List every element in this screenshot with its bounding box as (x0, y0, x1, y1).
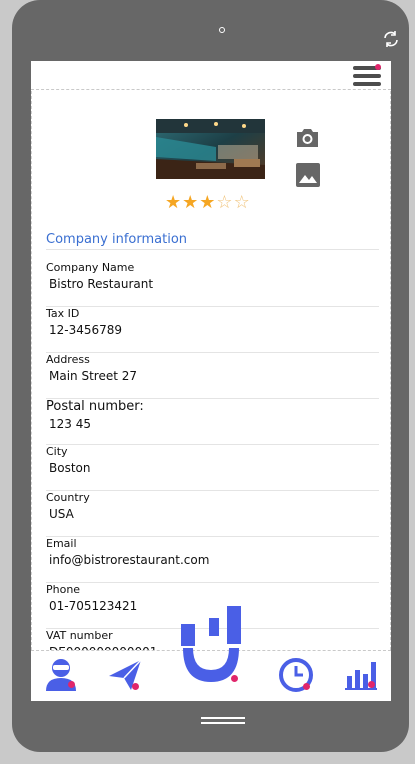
field-label: Address (46, 353, 90, 366)
company-form: ★ ★ ★ ☆ ☆ Company information Company Name Bi… (31, 91, 391, 650)
front-camera-dot (219, 27, 225, 33)
star-filled-icon[interactable]: ★ (199, 194, 215, 212)
restaurant-photo[interactable] (156, 119, 265, 179)
field-value[interactable]: 12-3456789 (46, 322, 379, 338)
field-value[interactable]: Bistro Restaurant (46, 276, 379, 292)
star-filled-icon[interactable]: ★ (182, 194, 198, 212)
image-icon[interactable] (296, 163, 320, 187)
form-field: Postal number: 123 45 (46, 399, 379, 445)
form-field: Email info@bistrorestaurant.com (46, 537, 379, 583)
field-label: Country (46, 491, 90, 504)
form-field: Address Main Street 27 (46, 353, 379, 399)
top-bar (31, 61, 391, 90)
field-value[interactable]: Boston (46, 460, 379, 476)
chart-icon[interactable] (343, 656, 379, 692)
home-lines-icon[interactable] (201, 717, 245, 731)
hamburger-menu-icon[interactable] (353, 64, 381, 87)
field-value[interactable]: 123 45 (46, 416, 379, 432)
notification-badge (375, 64, 381, 70)
camera-icon[interactable] (295, 127, 320, 149)
clock-icon[interactable] (278, 657, 314, 693)
form-field: Tax ID 12-3456789 (46, 307, 379, 353)
field-value[interactable]: info@bistrorestaurant.com (46, 552, 379, 568)
fields-list: Company Name Bistro Restaurant Tax ID 12-34… (46, 261, 379, 650)
field-label: Postal number: (46, 399, 144, 414)
form-field: Company Name Bistro Restaurant (46, 261, 379, 307)
field-label: Phone (46, 583, 81, 596)
field-value[interactable]: USA (46, 506, 379, 522)
star-empty-icon[interactable]: ☆ (216, 194, 232, 212)
section-title: Company information (46, 232, 379, 250)
field-label: Tax ID (46, 307, 80, 320)
app-screen: ★ ★ ★ ☆ ☆ Company information Company Name Bi… (31, 61, 391, 701)
field-value[interactable]: Main Street 27 (46, 368, 379, 384)
star-filled-icon[interactable]: ★ (165, 194, 181, 212)
star-empty-icon[interactable]: ☆ (234, 194, 250, 212)
send-icon[interactable] (107, 656, 143, 692)
field-label: City (46, 445, 68, 458)
rating-stars[interactable]: ★ ★ ★ ☆ ☆ (165, 194, 250, 212)
form-field: Country USA (46, 491, 379, 537)
user-icon[interactable] (43, 656, 79, 692)
form-field: City Boston (46, 445, 379, 491)
field-label: Email (46, 537, 77, 550)
field-label: Company Name (46, 261, 135, 274)
rotate-icon[interactable] (382, 31, 400, 47)
logo-icon[interactable] (179, 604, 243, 688)
